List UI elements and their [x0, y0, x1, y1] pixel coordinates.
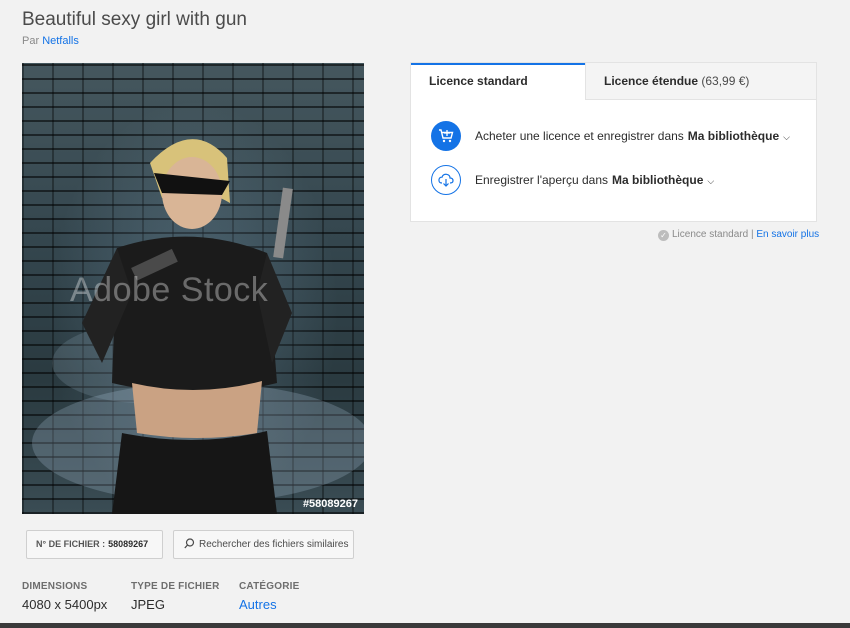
library-dropdown[interactable]: Ma bibliothèque	[688, 129, 779, 143]
meta-value: JPEG	[131, 597, 165, 612]
buy-licence-text: Acheter une licence et enregistrer dans	[475, 129, 684, 143]
check-icon: ✓	[658, 230, 669, 241]
cloud-download-icon	[431, 165, 461, 195]
search-similar-label: Rechercher des fichiers similaires	[199, 539, 349, 550]
category-link[interactable]: Autres	[239, 597, 300, 612]
file-id-label: N° DE FICHIER :	[36, 539, 106, 549]
byline-prefix: Par	[22, 35, 40, 47]
search-icon	[184, 538, 195, 549]
page-title: Beautiful sexy girl with gun	[22, 9, 247, 30]
meta-label: CATÉGORIE	[239, 581, 300, 592]
file-id-value: 58089267	[108, 539, 149, 549]
learn-more-link[interactable]: En savoir plus	[756, 229, 819, 240]
tab-standard-licence[interactable]: Licence standard	[411, 63, 585, 100]
licence-panel: Licence standard Licence étendue (63,99 …	[410, 62, 817, 222]
bottom-bar	[0, 623, 850, 628]
tab-label: Licence standard	[429, 74, 528, 88]
image-preview[interactable]: Adobe Stock #58089267	[22, 63, 364, 514]
meta-value: 4080 x 5400px	[22, 597, 108, 612]
licence-note: ✓ Licence standard | En savoir plus	[658, 229, 819, 241]
tab-label: Licence étendue	[604, 74, 699, 88]
licence-note-text: Licence standard |	[672, 229, 754, 240]
meta-category: CATÉGORIE Autres	[239, 581, 300, 612]
buy-licence-action[interactable]: Acheter une licence et enregistrer dans M…	[431, 121, 811, 153]
meta-label: DIMENSIONS	[22, 581, 88, 592]
meta-dimensions: DIMENSIONS 4080 x 5400px	[22, 581, 107, 612]
file-number-tag: #58089267	[302, 498, 358, 510]
cart-icon	[431, 121, 461, 151]
file-id-box: N° DE FICHIER :58089267	[26, 530, 163, 559]
watermark: Adobe Stock	[70, 271, 269, 309]
save-preview-action[interactable]: Enregistrer l'aperçu dans Ma bibliothèque…	[431, 165, 811, 197]
chevron-down-icon: ⌵	[707, 176, 715, 186]
byline: Par Netfalls	[22, 35, 79, 47]
library-dropdown[interactable]: Ma bibliothèque	[612, 173, 703, 187]
chevron-down-icon: ⌵	[783, 132, 790, 142]
licence-tabs: Licence standard Licence étendue (63,99 …	[411, 63, 816, 100]
search-similar-button[interactable]: Rechercher des fichiers similaires	[173, 530, 354, 559]
tab-extended-licence[interactable]: Licence étendue (63,99 €)	[585, 63, 816, 100]
tab-price: (63,99 €)	[701, 74, 750, 88]
meta-label: TYPE DE FICHIER	[131, 581, 220, 592]
meta-file-type: TYPE DE FICHIER JPEG	[131, 581, 220, 612]
author-link[interactable]: Netfalls	[42, 35, 79, 47]
save-preview-text: Enregistrer l'aperçu dans	[475, 173, 609, 187]
